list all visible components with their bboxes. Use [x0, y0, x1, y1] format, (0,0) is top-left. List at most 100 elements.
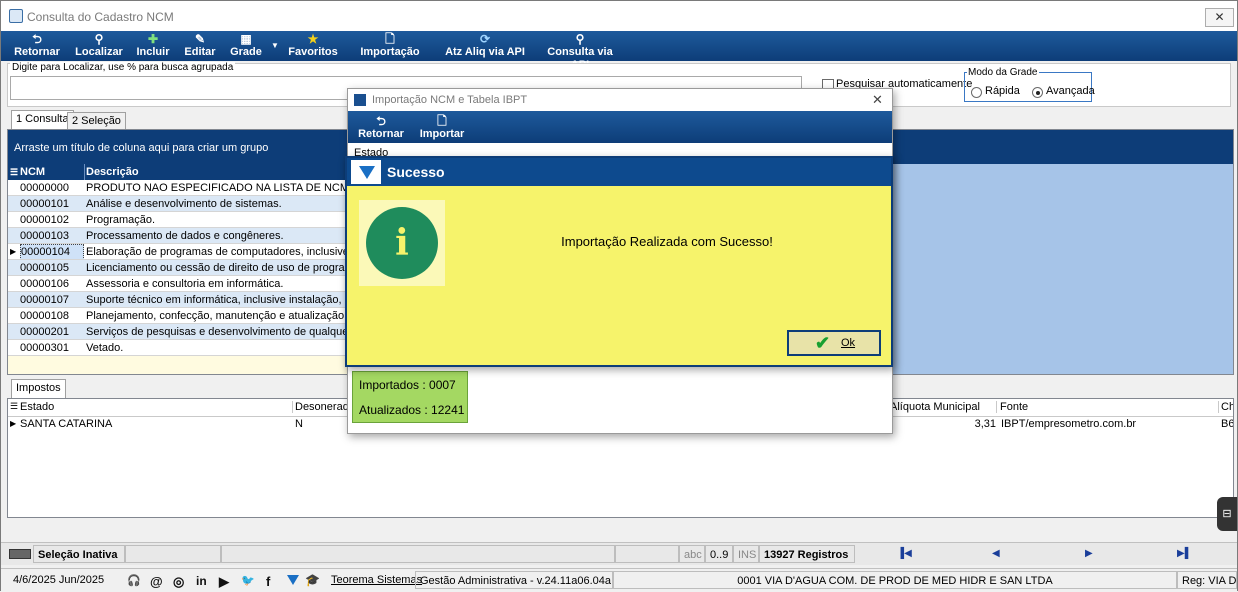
window-title: Consulta do Cadastro NCM [27, 10, 174, 24]
ok-button[interactable]: ✔ Ok [787, 330, 881, 356]
date-label: 4/6/2025 Jun/2025 [13, 574, 105, 586]
row-indicator-icon: ▶ [10, 247, 17, 256]
atz-aliq-api-button[interactable]: ⟳ Atz Aliq via API [445, 32, 525, 60]
table-row[interactable]: 00000000 PRODUTO NAO ESPECIFICADO NA LIS… [8, 180, 348, 196]
column-estado[interactable]: Estado [20, 401, 293, 413]
success-titlebar: Sucesso [347, 158, 891, 186]
column-ncm[interactable]: NCM [20, 164, 85, 180]
title-bar: Consulta do Cadastro NCM ✕ [1, 1, 1237, 31]
grade-dropdown-arrow[interactable]: ▼ [269, 32, 281, 60]
avancada-label: Avançada [1046, 85, 1095, 97]
import-dialog-title: Importação NCM e Tabela IBPT [372, 94, 528, 106]
teorema-link[interactable]: Teorema Sistemas [331, 574, 422, 586]
importacao-button[interactable]: 🗋 Importação [359, 32, 421, 60]
import-dialog-toolbar: ⮌ Retornar 🗋 Importar [348, 111, 892, 143]
group-hint: Arraste um título de coluna aqui para cr… [14, 142, 269, 154]
table-row[interactable]: 00000107 Suporte técnico em informática,… [8, 292, 348, 308]
ok-label: Ok [841, 337, 856, 349]
localizar-button[interactable]: ⚲ Localizar [75, 32, 123, 60]
grid-footer [8, 356, 348, 374]
column-descricao[interactable]: Descrição [86, 164, 346, 180]
graduation-cap-icon[interactable]: 🎓 [305, 573, 320, 587]
back-arrow-icon: ⮌ [376, 114, 386, 128]
success-title: Sucesso [387, 164, 445, 180]
logo-triangle [359, 166, 375, 179]
rapida-radio[interactable] [971, 87, 982, 98]
success-message: Importação Realizada com Sucesso! [561, 234, 773, 249]
reg-label: Reg: VIA D [1177, 571, 1237, 589]
grid-mode-group: Modo da Grade Rápida Avançada [964, 67, 1095, 102]
chart-icon [354, 94, 366, 106]
table-row[interactable]: 00000301 Vetado. [8, 340, 348, 356]
prev-record-button[interactable]: ◀ [992, 548, 1000, 559]
table-row[interactable]: 00000201 Serviços de pesquisas e desenvo… [8, 324, 348, 340]
email-icon[interactable]: @ [150, 574, 163, 589]
last-record-button[interactable]: ▶▌ [1177, 548, 1192, 559]
success-dialog: Sucesso i Importação Realizada com Suces… [345, 156, 893, 367]
table-row[interactable]: 00000106 Assessoria e consultoria em inf… [8, 276, 348, 292]
search-icon: ⚲ [575, 32, 585, 46]
radio-dot [1035, 90, 1040, 95]
editar-button[interactable]: ✎ Editar [183, 32, 217, 60]
close-button[interactable]: ✕ [1205, 8, 1234, 27]
linkedin-icon[interactable]: in [196, 574, 207, 588]
next-record-button[interactable]: ▶ [1085, 548, 1093, 559]
bottom-bar: 4/6/2025 Jun/2025 🎧 @ ◎ in ▶ 🐦 f 🎓 Teore… [1, 568, 1237, 592]
instagram-icon[interactable]: ◎ [173, 574, 184, 590]
app-version: Gestão Administrativa - v.24.11a06.04a [415, 571, 613, 589]
abc-indicator: abc [679, 545, 705, 563]
table-row[interactable]: 00000103 Processamento de dados e congên… [8, 228, 348, 244]
main-toolbar: ⮌ Retornar ⚲ Localizar ✚ Incluir ✎ Edita… [1, 31, 1237, 71]
column-desonerado[interactable]: Desonerado [295, 401, 347, 413]
table-row[interactable]: 00000102 Programação. [8, 212, 348, 228]
first-record-button[interactable]: ▐◀ [897, 548, 912, 559]
teorema-logo-icon [287, 575, 299, 585]
headset-icon[interactable]: 🎧 [127, 574, 141, 587]
avancada-radio[interactable] [1032, 87, 1043, 98]
table-row[interactable]: 00000101 Análise e desenvolvimento de si… [8, 196, 348, 212]
import-retornar-button[interactable]: ⮌ Retornar [356, 114, 406, 142]
consulta-api-button[interactable]: ⚲ Consulta via API [537, 32, 623, 71]
logo-icon [351, 160, 381, 184]
import-dialog-titlebar: Importação NCM e Tabela IBPT ✕ [348, 89, 892, 111]
twitter-icon[interactable]: 🐦 [241, 574, 255, 587]
back-arrow-icon: ⮌ [32, 32, 42, 46]
side-chat-tab[interactable]: ⊟ [1217, 497, 1237, 531]
ins-indicator: INS [733, 545, 759, 563]
table-row-selected[interactable]: ▶ 00000104 Elaboração de programas de co… [8, 244, 348, 260]
table-row[interactable]: 00000108 Planejamento, confecção, manute… [8, 308, 348, 324]
importados-count: Importados : 0007 [359, 378, 456, 392]
plus-circle-icon: ✚ [147, 32, 159, 46]
magnifier-icon: ⚲ [94, 32, 104, 46]
check-icon: ✔ [815, 333, 831, 353]
info-icon: i [366, 207, 438, 279]
tab-selecao[interactable]: 2 Seleção [67, 112, 126, 129]
atualizados-count: Atualizados : 12241 [359, 403, 465, 417]
info-icon-panel: i [359, 200, 445, 286]
import-dialog-close-button[interactable]: ✕ [872, 92, 883, 108]
tab-impostos[interactable]: Impostos [11, 379, 66, 398]
grid-body: 00000000 PRODUTO NAO ESPECIFICADO NA LIS… [8, 180, 348, 356]
tab-consulta[interactable]: 1 Consulta [11, 110, 74, 129]
status-empty-1 [125, 545, 221, 563]
column-aliquota-municipal[interactable]: Alíquota Municipal [890, 401, 997, 413]
incluir-button[interactable]: ✚ Incluir [135, 32, 171, 60]
company-name: 0001 VIA D'AGUA COM. DE PROD DE MED HIDR… [613, 571, 1177, 589]
grade-button[interactable]: ▦ Grade [229, 32, 263, 60]
youtube-icon[interactable]: ▶ [219, 574, 229, 590]
facebook-icon[interactable]: f [266, 574, 270, 589]
column-chooser-icon[interactable]: ☰ [10, 401, 18, 412]
column-ch[interactable]: Ch [1221, 401, 1233, 413]
grid-icon: ▦ [240, 32, 252, 46]
star-icon: ★ [307, 32, 319, 46]
import-counts-panel: Importados : 0007 Atualizados : 12241 [352, 371, 468, 423]
column-fonte[interactable]: Fonte [1000, 401, 1219, 413]
favoritos-button[interactable]: ★ Favoritos [287, 32, 339, 60]
importar-button[interactable]: 🗋 Importar [416, 114, 468, 142]
status-bar: Seleção Inativa abc 0..9 INS 13927 Regis… [1, 542, 1237, 565]
document-icon: 🗋 [385, 32, 395, 46]
range-indicator: 0..9 [705, 545, 733, 563]
column-chooser-icon[interactable]: ☰ [10, 166, 18, 178]
retornar-button[interactable]: ⮌ Retornar [13, 32, 61, 60]
table-row[interactable]: 00000105 Licenciamento ou cessão de dire… [8, 260, 348, 276]
